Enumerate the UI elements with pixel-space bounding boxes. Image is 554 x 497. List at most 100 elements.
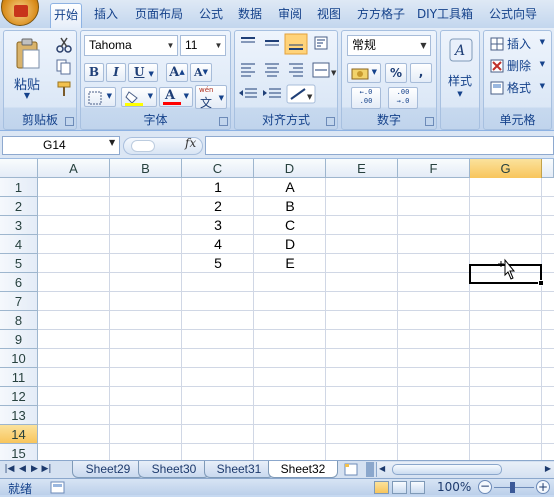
formula-bar-expand-handle[interactable] (131, 140, 155, 152)
cell-d5[interactable]: E (254, 254, 326, 273)
phonetic-button[interactable]: wén 文 ▼ (195, 85, 227, 110)
alignment-dialog-launcher[interactable] (326, 117, 335, 126)
tab-view[interactable]: 视图 (312, 3, 346, 28)
formula-input[interactable] (205, 136, 554, 155)
row-header-12[interactable]: 12 (0, 387, 38, 406)
tab-ffgz[interactable]: 方方格子 (351, 3, 411, 28)
clipboard-dialog-launcher[interactable] (65, 117, 74, 126)
tab-home[interactable]: 开始 (50, 3, 82, 28)
sheet-tab-sheet31[interactable]: Sheet31 (204, 461, 274, 478)
increase-decimal-button[interactable]: ←.0 .00 (351, 87, 381, 109)
format-painter-button[interactable] (52, 78, 74, 98)
office-button[interactable] (1, 0, 39, 26)
comma-button[interactable]: , (410, 63, 432, 83)
row-header-1[interactable]: 1 (0, 178, 38, 197)
column-header-g[interactable]: G (470, 159, 542, 178)
delete-cells-button[interactable]: 删除 ▼ (486, 55, 548, 75)
fill-color-button[interactable]: ▼ (121, 87, 157, 107)
font-dialog-launcher[interactable] (219, 117, 228, 126)
row-header-2[interactable]: 2 (0, 197, 38, 216)
zoom-level[interactable]: 100% (437, 480, 471, 494)
prev-sheet-icon[interactable]: ◀ (17, 462, 28, 476)
copy-button[interactable] (52, 56, 74, 76)
macro-record-icon[interactable] (50, 481, 66, 494)
cut-button[interactable] (52, 34, 74, 54)
font-color-button[interactable]: A ▼ (159, 87, 193, 107)
tab-formulas[interactable]: 公式 (194, 3, 228, 28)
row-header-8[interactable]: 8 (0, 311, 38, 330)
cell-d2[interactable]: B (254, 197, 326, 216)
name-box[interactable]: G14 (2, 136, 120, 155)
column-header-e[interactable]: E (326, 159, 398, 178)
cell-c5[interactable]: 5 (182, 254, 254, 273)
percent-button[interactable]: % (385, 63, 407, 83)
insert-sheet-icon[interactable] (339, 462, 363, 477)
cell-d3[interactable]: C (254, 216, 326, 235)
zoom-in-icon[interactable]: + (536, 480, 550, 494)
insert-cells-button[interactable]: 插入 ▼ (486, 33, 548, 53)
align-middle-icon[interactable] (265, 40, 279, 46)
chevron-down-icon[interactable]: ▼ (109, 138, 115, 147)
borders-button[interactable]: ▼ (84, 87, 116, 107)
fill-handle[interactable] (538, 280, 544, 286)
merge-center-icon[interactable]: ▼ (312, 62, 337, 78)
zoom-out-icon[interactable]: − (478, 480, 492, 494)
sheet-tab-sheet30[interactable]: Sheet30 (138, 461, 210, 478)
bold-button[interactable]: B (84, 63, 104, 82)
scrollbar-thumb[interactable] (392, 464, 502, 475)
align-right-icon[interactable] (289, 63, 303, 77)
align-top-icon[interactable] (237, 34, 259, 54)
wrap-text-icon[interactable] (314, 36, 328, 50)
row-header-14[interactable]: 14 (0, 425, 38, 444)
font-name-combo[interactable]: Tahoma ▼ (84, 35, 178, 56)
number-format-combo[interactable]: 常规 ▼ (347, 35, 431, 56)
row-header-3[interactable]: 3 (0, 216, 38, 235)
last-sheet-icon[interactable]: ▶| (41, 462, 52, 476)
column-header-partial[interactable] (542, 159, 554, 178)
underline-button[interactable]: U ▼ (128, 63, 158, 82)
number-dialog-launcher[interactable] (425, 117, 434, 126)
cell-d1[interactable]: A (254, 178, 326, 197)
cell-c3[interactable]: 3 (182, 216, 254, 235)
zoom-slider-thumb[interactable] (510, 482, 515, 493)
cell-c2[interactable]: 2 (182, 197, 254, 216)
align-center-icon[interactable] (265, 63, 279, 77)
row-header-5[interactable]: 5 (0, 254, 38, 273)
tab-review[interactable]: 审阅 (273, 3, 307, 28)
tab-formula-wizard[interactable]: 公式向导 (482, 3, 544, 28)
row-header-15[interactable]: 15 (0, 444, 38, 460)
row-header-10[interactable]: 10 (0, 349, 38, 368)
column-header-c[interactable]: C (182, 159, 254, 178)
row-header-11[interactable]: 11 (0, 368, 38, 387)
font-size-combo[interactable]: 11 ▼ (180, 35, 226, 56)
tab-insert[interactable]: 插入 (89, 3, 123, 28)
row-header-9[interactable]: 9 (0, 330, 38, 349)
column-header-b[interactable]: B (110, 159, 182, 178)
row-header-4[interactable]: 4 (0, 235, 38, 254)
sheet-tab-sheet29[interactable]: Sheet29 (72, 461, 144, 478)
styles-button[interactable]: A 样式 ▼ (442, 33, 478, 127)
shrink-font-button[interactable]: A▼ (190, 63, 212, 82)
decrease-indent-icon[interactable] (239, 88, 257, 98)
row-header-6[interactable]: 6 (0, 273, 38, 292)
tab-data[interactable]: 数据 (233, 3, 267, 28)
format-cells-button[interactable]: 格式 ▼ (486, 77, 548, 97)
tab-diy-toolbox[interactable]: DIY工具箱 (414, 3, 476, 28)
column-header-a[interactable]: A (38, 159, 110, 178)
scroll-left-icon[interactable]: ◀ (379, 464, 385, 473)
worksheet-grid[interactable]: A B C D E F G 1 2 3 4 5 6 7 8 9 10 11 12… (0, 159, 554, 460)
scroll-right-icon[interactable]: ▶ (545, 464, 551, 473)
column-header-f[interactable]: F (398, 159, 470, 178)
orientation-icon[interactable]: ▼ (286, 84, 316, 104)
paste-button[interactable]: 粘贴 ▼ (6, 33, 48, 111)
next-sheet-icon[interactable]: ▶ (29, 462, 40, 476)
sheet-tab-sheet32[interactable]: Sheet32 (268, 461, 338, 478)
column-header-d[interactable]: D (254, 159, 326, 178)
tab-split-handle[interactable] (366, 462, 374, 477)
increase-indent-icon[interactable] (263, 88, 281, 98)
normal-view-button[interactable] (374, 481, 389, 494)
italic-button[interactable]: I (106, 63, 126, 82)
grow-font-button[interactable]: A▲ (166, 63, 188, 82)
cell-c4[interactable]: 4 (182, 235, 254, 254)
page-break-view-button[interactable] (410, 481, 425, 494)
